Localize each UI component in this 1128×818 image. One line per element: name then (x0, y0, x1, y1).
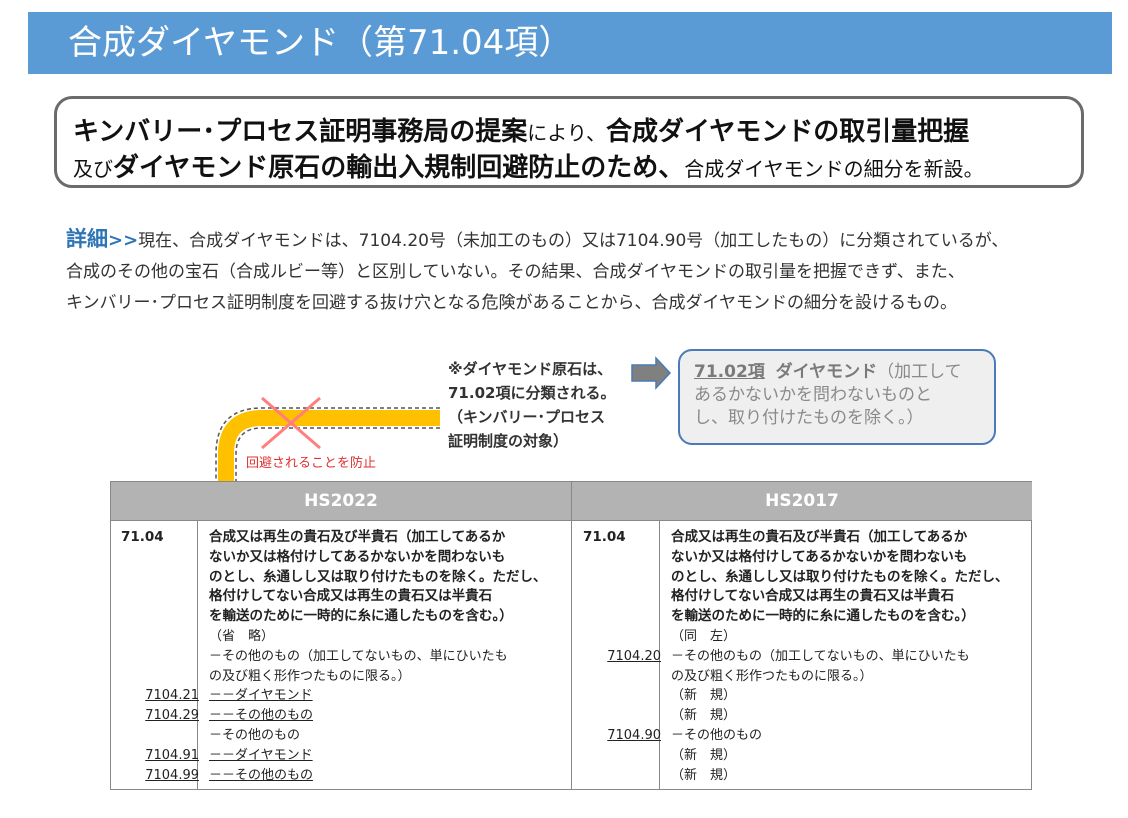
heading-desc-line: を輸送のために一時的に糸に通したものを含む。） (209, 608, 513, 625)
left-codes: 7104.21 7104.29 7104.91 7104.99 (121, 548, 199, 786)
subheading-code (121, 647, 199, 667)
subheading-code: 7104.29 (145, 708, 199, 724)
subheading-code: 7104.21 (145, 688, 199, 704)
table-row-text: －その他のもの（加工してないもの、単にひいたも (209, 648, 508, 664)
subheading-code (583, 766, 661, 786)
table-row-text: （新 規） (671, 688, 737, 704)
header-hs2017: HS2017 (572, 482, 1032, 521)
table-row-text: －－その他のもの (209, 708, 314, 724)
right-arrow-icon (631, 356, 672, 390)
right-texts: （同 左） －その他のもの（加工してないもの、単にひいたも の及び粗く形作つたものに… (671, 627, 1009, 785)
table-row-text: （新 規） (671, 708, 737, 724)
ref-line-1: 71.02項 ダイヤモンド（加工して (694, 361, 980, 384)
table-row-text: の及び粗く形作つたものに限る。） (209, 668, 411, 684)
table-row-text: （省 略） (209, 628, 275, 644)
table-row-text: （新 規） (671, 767, 737, 783)
rough-diamond-note: ※ダイヤモンド原石は、 71.02項に分類される。 （キンバリー･プロセス 証明… (448, 357, 615, 453)
ref-text: （加工して (877, 362, 962, 382)
heading-desc-line: 格付けしてない合成又は再生の貴石又は半貴石 (209, 588, 493, 605)
subheading-code (121, 726, 199, 746)
heading-desc-line: 合成又は再生の貴石及び半貴石（加工してあるか (671, 529, 968, 545)
left-code-column: 71.04 7104.21 7104.29 7104.91 7104.99 (121, 528, 199, 785)
left-desc-column: 合成又は再生の貴石及び半貴石（加工してあるか ないか又は格付けしてあるかないかを問… (209, 528, 547, 785)
subheading-code (583, 667, 661, 687)
header-hs2022: HS2022 (111, 482, 571, 521)
subheading-code: 7104.20 (607, 648, 661, 664)
right-codes: 7104.20 7104.90 (583, 548, 661, 786)
table-row-text: －－ダイヤモンド (209, 747, 313, 763)
table-row-text: －その他のもの (671, 727, 763, 743)
ref-line-2: あるかないかを問わないものと (694, 385, 932, 405)
subheading-code (583, 627, 661, 647)
right-heading-desc: 合成又は再生の貴石及び半貴石（加工してあるか ないか又は格付けしてあるかないかを問… (671, 528, 1009, 627)
heading-desc-line: 格付けしてない合成又は再生の貴石又は半貴石 (671, 588, 955, 605)
right-code-column: 71.04 7104.20 7104.90 (583, 528, 661, 785)
heading-desc-line: ないか又は格付けしてあるかないかを問わないも (671, 548, 968, 565)
heading-desc-line: 合成又は再生の貴石及び半貴石（加工してあるか (209, 529, 506, 545)
note-line: 71.02項に分類される。 (448, 384, 616, 402)
table-row-text: （同 左） (671, 628, 737, 644)
left-heading-desc: 合成又は再生の貴石及び半貴石（加工してあるか ないか又は格付けしてあるかないかを問… (209, 528, 547, 627)
subheading-code (583, 746, 661, 766)
heading-code: 71.04 (583, 529, 626, 545)
table-row-text: －その他のもの（加工してないもの、単にひいたも (671, 648, 970, 664)
left-texts: （省 略） －その他のもの（加工してないもの、単にひいたも の及び粗く形作つたものに… (209, 627, 547, 785)
ref-line-3: し、取り付けたものを除く。） (694, 408, 924, 428)
subheading-code: 7104.99 (145, 767, 199, 783)
ref-name: ダイヤモンド (775, 362, 878, 382)
subheading-code: 7104.91 (145, 747, 199, 763)
subheading-code (583, 686, 661, 706)
note-line: （キンバリー･プロセス (448, 408, 606, 426)
subheading-code (583, 706, 661, 726)
note-line: ※ダイヤモンド原石は、 (448, 360, 613, 378)
heading-code: 71.04 (121, 529, 164, 545)
subheading-code (121, 627, 199, 647)
comparison-table: HS2022 HS2017 71.04 7104.21 7104.29 7104.… (110, 481, 1032, 790)
right-desc-column: 合成又は再生の貴石及び半貴石（加工してあるか ないか又は格付けしてあるかないかを問… (671, 528, 1009, 785)
subheading-code: 7104.90 (607, 727, 661, 743)
heading-desc-line: のとし、糸通しし又は取り付けたものを除く。ただし、 (209, 568, 547, 585)
table-row-text: の及び粗く形作つたものに限る。） (671, 668, 873, 684)
column-divider (571, 482, 572, 789)
heading-desc-line: のとし、糸通しし又は取り付けたものを除く。ただし、 (671, 568, 1009, 585)
ref-code: 71.02項 (694, 362, 765, 382)
note-line: 証明制度の対象） (448, 432, 569, 450)
heading-desc-line: ないか又は格付けしてあるかないかを問わないも (209, 548, 506, 565)
heading-desc-line: を輸送のために一時的に糸に通したものを含む。） (671, 608, 975, 625)
table-row-text: －－その他のもの (209, 767, 314, 783)
table-row-text: －－ダイヤモンド (209, 688, 313, 704)
heading-7102-box: 71.02項 ダイヤモンド（加工して あるかないかを問わないものと し、取り付け… (678, 349, 996, 445)
prevent-label: 回避されることを防止 (246, 456, 377, 471)
table-row-text: －その他のもの (209, 727, 301, 743)
subheading-code (121, 667, 199, 687)
table-row-text: （新 規） (671, 747, 737, 763)
